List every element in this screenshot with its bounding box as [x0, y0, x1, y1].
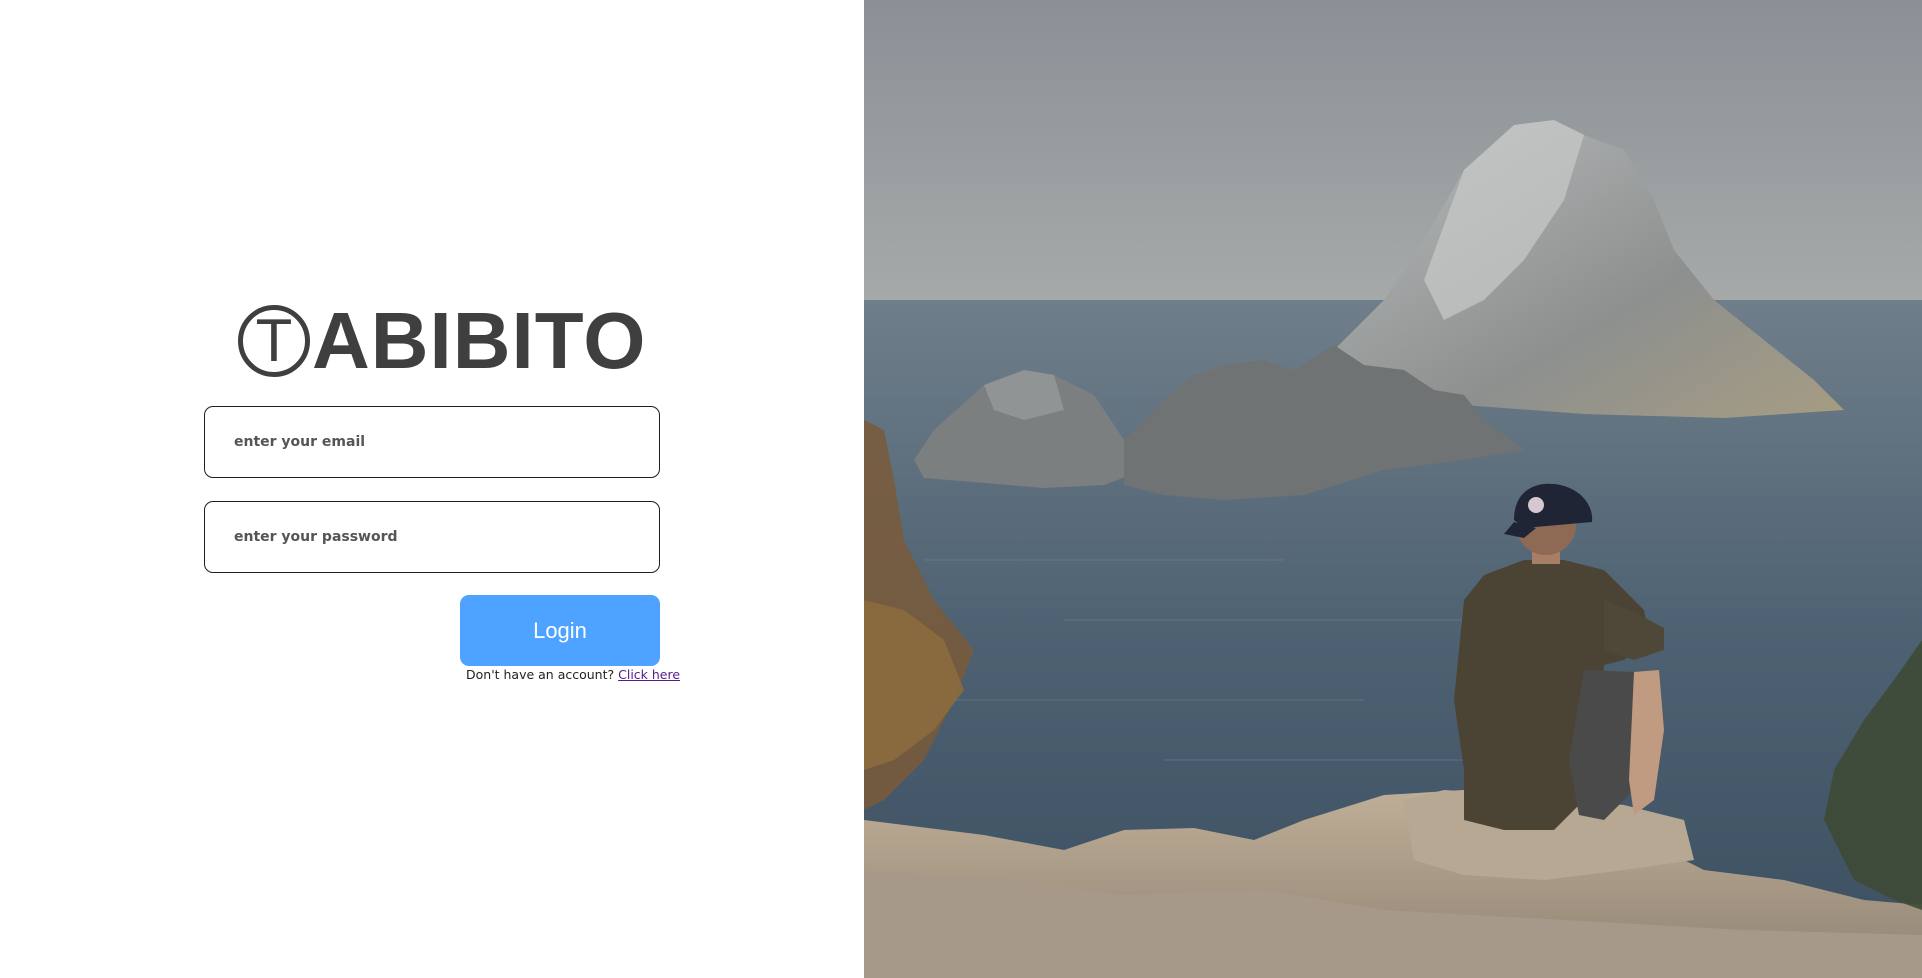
- password-field[interactable]: [204, 501, 660, 573]
- hero-photo: [864, 0, 1922, 978]
- login-page: T ABIBITO Login Don't have an account? C…: [0, 0, 1922, 978]
- logo-wordmark: ABIBITO: [312, 296, 647, 385]
- signup-link[interactable]: Click here: [618, 667, 680, 682]
- email-input[interactable]: [232, 406, 659, 478]
- signup-prompt-text: Don't have an account?: [466, 667, 615, 682]
- password-input[interactable]: [232, 501, 659, 573]
- logo-circle-t: T: [238, 305, 310, 377]
- email-field[interactable]: [204, 406, 660, 478]
- login-panel: T ABIBITO Login Don't have an account? C…: [0, 0, 864, 978]
- login-button[interactable]: Login: [460, 595, 660, 666]
- brand-logo: T ABIBITO: [238, 300, 646, 382]
- hero-photo-illustration: [864, 0, 1922, 978]
- signup-prompt-line: Don't have an account? Click here: [466, 667, 680, 682]
